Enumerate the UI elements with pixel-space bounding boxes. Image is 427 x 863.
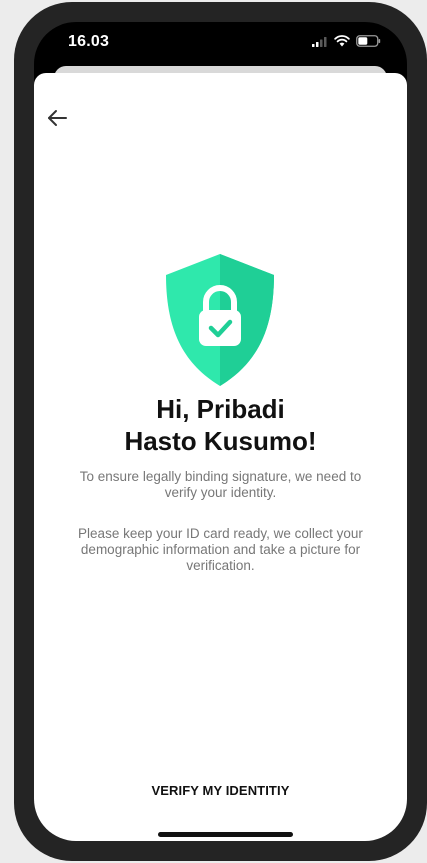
page: 16.03 Hi, Pribadi Hasto Kusumo! To ensur…	[0, 0, 427, 863]
phone-screen: 16.03 Hi, Pribadi Hasto Kusumo! To ensur…	[34, 22, 407, 841]
description-id-card: Please keep your ID card ready, we colle…	[78, 526, 363, 573]
status-time: 16.03	[68, 33, 110, 50]
status-bar: 16.03	[34, 22, 407, 72]
verify-identity-button[interactable]: VERIFY MY IDENTITIY	[94, 773, 347, 807]
wifi-icon	[334, 35, 350, 47]
phone-frame: 16.03 Hi, Pribadi Hasto Kusumo! To ensur…	[14, 2, 427, 861]
verification-sheet: Hi, Pribadi Hasto Kusumo! To ensure lega…	[34, 73, 407, 841]
home-indicator	[158, 832, 293, 837]
greeting-line-1: Hi, Pribadi	[156, 394, 285, 424]
greeting-title: Hi, Pribadi Hasto Kusumo!	[34, 393, 407, 457]
signal-icon	[312, 36, 327, 47]
shield-lock-check-icon	[166, 254, 274, 386]
greeting-line-2: Hasto Kusumo!	[124, 426, 317, 456]
status-icons	[312, 35, 381, 47]
battery-icon	[356, 35, 381, 47]
back-button[interactable]	[40, 103, 74, 133]
arrow-left-icon	[48, 110, 67, 126]
description-verify-identity: To ensure legally binding signature, we …	[79, 469, 362, 500]
